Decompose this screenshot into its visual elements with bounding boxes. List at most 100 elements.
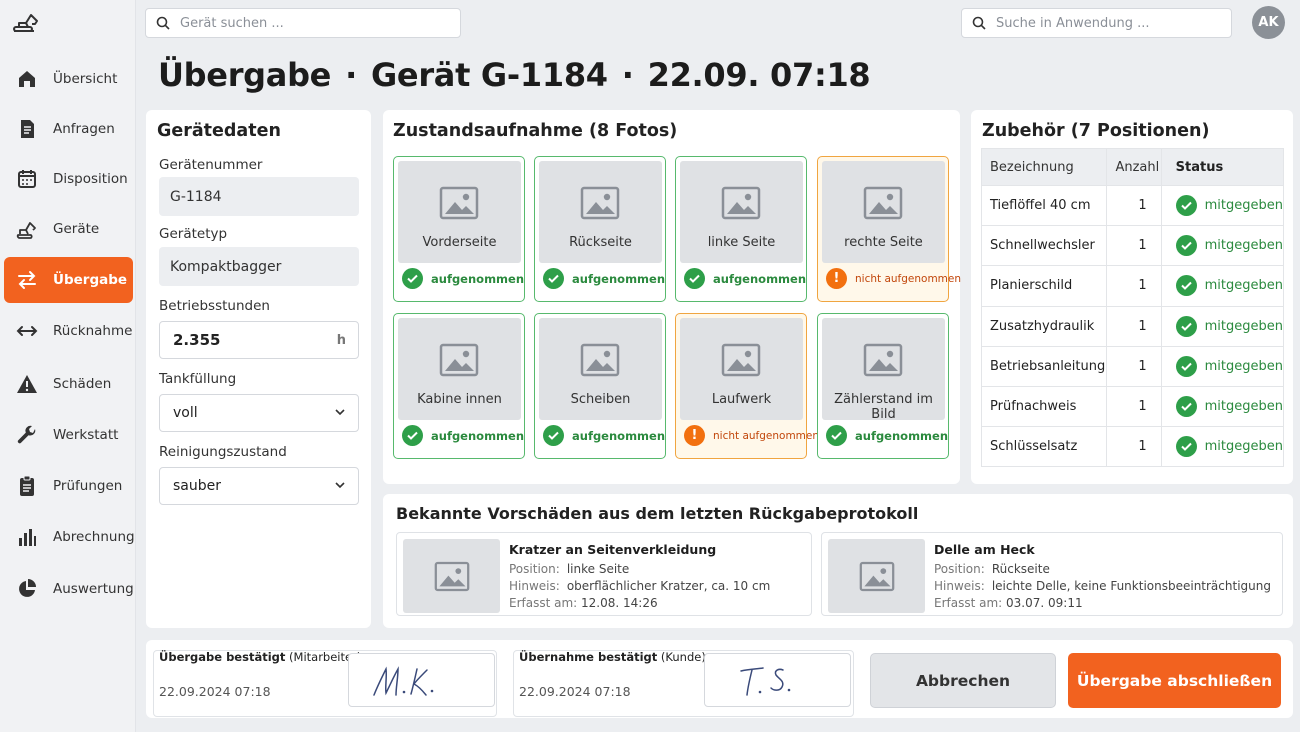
photo-slot[interactable]: Scheiben aufgenommen	[534, 313, 666, 459]
page-title: Übergabe · Gerät G-1184 · 22.09. 07:18	[158, 56, 871, 94]
damage-recorded: Erfasst am: 03.07. 09:11	[934, 595, 1271, 612]
image-placeholder-icon	[863, 343, 903, 377]
photo-slot[interactable]: Vorderseite aufgenommen	[393, 156, 525, 302]
recorded-key: Erfasst am:	[934, 596, 1003, 610]
image-placeholder-icon	[721, 343, 761, 377]
excavator-logo-icon[interactable]	[12, 12, 42, 34]
exclamation-circle-icon: !	[684, 425, 705, 446]
staff-confirmation-date: 22.09.2024 07:18	[159, 684, 271, 699]
note-key: Hinweis:	[934, 579, 985, 593]
operating-hours-label: Betriebsstunden	[159, 298, 270, 314]
accessory-status: mitgegeben	[1160, 305, 1285, 347]
staff-confirmation: Übergabe bestätigt (Mitarbeiter) 22.09.2…	[153, 650, 497, 717]
damage-title: Delle am Heck	[934, 542, 1035, 557]
staff-confirmation-label: Übergabe bestätigt (Mitarbeiter)	[159, 650, 361, 664]
sidebar-item-9[interactable]: Prüfungen	[4, 463, 133, 509]
device-search-input[interactable]: Gerät suchen ...	[145, 8, 461, 38]
photo-status: ! nicht aufgenommen	[826, 268, 961, 289]
photo-label: Scheiben	[570, 392, 631, 407]
damage-note: Hinweis: leichte Delle, keine Funktionsb…	[934, 578, 1271, 595]
cancel-button[interactable]: Abbrechen	[870, 653, 1056, 708]
photo-slot[interactable]: Laufwerk! nicht aufgenommen	[675, 313, 819, 459]
cleaning-state-select[interactable]: sauber	[159, 467, 359, 505]
photo-slot[interactable]: Rückseite aufgenommen	[534, 156, 666, 302]
sidebar-item-8[interactable]: Werkstatt	[4, 412, 133, 458]
search-icon	[156, 16, 170, 30]
sidebar-item-label: Übersicht	[53, 71, 118, 87]
photo-status-text: aufgenommen	[572, 271, 666, 286]
sidebar-item-label: Werkstatt	[53, 427, 119, 443]
accessory-status-text: mitgegeben	[1204, 399, 1283, 415]
check-circle-icon	[1175, 355, 1197, 377]
sidebar-item-10[interactable]: Abrechnung	[4, 514, 135, 560]
photo-status: ! nicht aufgenommen	[684, 425, 819, 446]
device-data-title: Gerätedaten	[157, 121, 281, 141]
sidebar-item-7[interactable]: Schäden	[4, 361, 133, 407]
accessory-name: Tieflöffel 40 cm	[980, 184, 1108, 227]
staff-signature-pad[interactable]	[348, 653, 495, 707]
excavator-icon	[16, 218, 38, 240]
damage-details: Delle am Heck Position: Rückseite Hinweis:…	[934, 541, 1271, 612]
pie-chart-icon	[16, 578, 38, 600]
accessory-status-text: mitgegeben	[1204, 238, 1283, 254]
photo-label: rechte Seite	[844, 235, 923, 250]
photo-status-text: nicht aufgenommen	[713, 429, 820, 442]
tank-level-select[interactable]: voll	[159, 394, 359, 432]
accessory-status: mitgegeben	[1160, 225, 1285, 267]
sidebar-item-6[interactable]: Rücknahme	[4, 308, 133, 354]
search-icon	[972, 16, 986, 30]
damage-item[interactable]: Delle am Heck Position: Rückseite Hinweis:…	[821, 532, 1283, 616]
photo-status: aufgenommen	[684, 268, 806, 289]
sidebar-item-label: Anfragen	[53, 121, 115, 137]
sidebar-item-3[interactable]: Disposition	[4, 156, 133, 202]
note-key: Hinweis:	[509, 579, 560, 593]
damage-details: Kratzer an Seitenverkleidung Position: li…	[509, 541, 770, 612]
photo-slot[interactable]: linke Seite aufgenommen	[675, 156, 807, 302]
sidebar-item-label: Geräte	[53, 221, 100, 237]
damage-item[interactable]: Kratzer an Seitenverkleidung Position: li…	[396, 532, 812, 616]
damage-recorded: Erfasst am: 12.08. 14:26	[509, 595, 770, 612]
sidebar-item-11[interactable]: Auswertung	[4, 566, 134, 612]
photo-label: Zählerstand im Bild	[834, 392, 933, 422]
customer-label-bold: Übernahme bestätigt	[519, 650, 658, 664]
operating-hours-input[interactable]: 2.355 h	[159, 321, 359, 359]
device-search-placeholder: Gerät suchen ...	[180, 15, 284, 31]
customer-signature-pad[interactable]	[704, 653, 851, 707]
photo-slot[interactable]: Zählerstand im Bild aufgenommen	[817, 313, 949, 459]
customer-confirmation-label: Übernahme bestätigt (Kunde)	[519, 650, 706, 664]
position-value: linke Seite	[566, 562, 630, 576]
device-type-label: Gerätetyp	[159, 226, 228, 242]
avatar[interactable]: AK	[1252, 6, 1285, 39]
column-header-name: Bezeichnung	[980, 148, 1108, 186]
check-circle-icon	[1175, 275, 1197, 297]
photo-label: Laufwerk	[711, 392, 772, 407]
table-header-row: Bezeichnung Anzahl Status	[980, 148, 1285, 186]
customer-signature	[740, 667, 791, 696]
accessory-status-text: mitgegeben	[1204, 358, 1283, 374]
home-icon	[16, 68, 38, 90]
photo-status-text: nicht aufgenommen	[855, 272, 962, 285]
complete-handover-button[interactable]: Übergabe abschließen	[1068, 653, 1281, 708]
chevron-down-icon	[335, 409, 345, 416]
cleaning-state-label: Reinigungszustand	[159, 444, 287, 460]
sidebar-item-4[interactable]: Geräte	[4, 206, 133, 252]
table-row: Zusatzhydraulik 1 mitgegeben	[980, 305, 1285, 347]
tank-level-value: voll	[173, 405, 198, 421]
sidebar-item-label: Disposition	[53, 171, 128, 187]
accessory-name: Prüfnachweis	[980, 385, 1108, 428]
device-type-value: Kompaktbagger	[170, 258, 282, 275]
column-header-status: Status	[1160, 148, 1285, 186]
sidebar-item-5[interactable]: Übergabe	[4, 257, 133, 303]
photo-slot[interactable]: rechte Seite! nicht aufgenommen	[817, 156, 961, 302]
accessory-name: Planierschild	[980, 265, 1108, 307]
check-circle-icon	[402, 268, 423, 289]
sidebar-item-1[interactable]: Übersicht	[4, 56, 133, 102]
sidebar-item-2[interactable]: Anfragen	[4, 106, 133, 152]
device-type-field: Kompaktbagger	[159, 247, 359, 286]
table-row: Tieflöffel 40 cm 1 mitgegeben	[980, 184, 1285, 227]
position-key: Position:	[509, 562, 560, 576]
exclamation-circle-icon: !	[826, 268, 847, 289]
swap-icon	[16, 269, 38, 291]
photo-slot[interactable]: Kabine innen aufgenommen	[393, 313, 525, 459]
app-search-input[interactable]: Suche in Anwendung ...	[961, 8, 1232, 38]
